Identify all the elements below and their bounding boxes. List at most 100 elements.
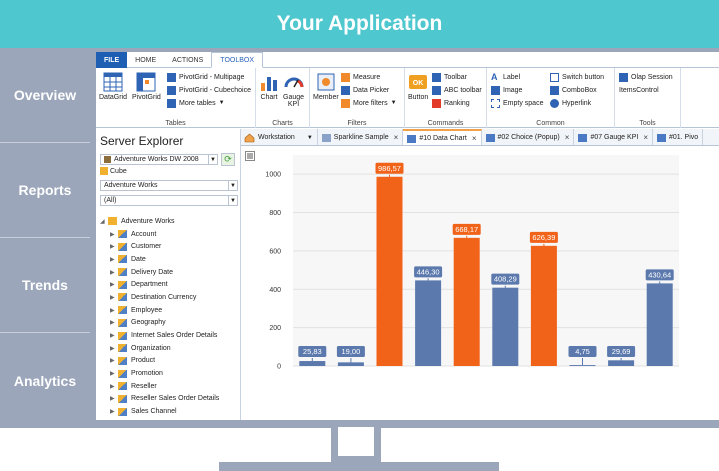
grid-icon <box>578 133 588 142</box>
pivotgrid-button[interactable]: PivotGrid <box>132 72 161 101</box>
items-control-button[interactable]: ItemsControl <box>619 84 659 96</box>
chart-bar[interactable] <box>376 176 403 366</box>
close-icon[interactable]: × <box>472 134 477 143</box>
pivotgrid-multipage-button[interactable]: PivotGrid - Multipage <box>167 71 244 83</box>
button-button[interactable]: OK Button <box>408 72 428 101</box>
chart-bar[interactable] <box>299 361 326 366</box>
tree-item[interactable]: ▶ Promotion <box>110 367 219 380</box>
tree-item[interactable]: ▶ Date <box>110 253 219 266</box>
tree-children: ▶ Account ▶ Customer ▶ Date ▶ Delivery Date ▶ Dep… <box>100 228 219 418</box>
tree-item[interactable]: ▶ Product <box>110 355 219 368</box>
chevron-down-icon: ▼ <box>228 196 237 205</box>
ribbon-group-tables: DataGrid PivotGrid PivotGrid - Multipage… <box>96 68 256 128</box>
expand-right-icon: ▶ <box>110 333 115 340</box>
olap-session-button[interactable]: Olap Session <box>619 71 673 83</box>
tree-item[interactable]: ▶ Destination Currency <box>110 291 219 304</box>
ribbon-tabs: FILE HOME ACTIONS TOOLBOX <box>96 52 719 68</box>
datagrid-label: DataGrid <box>99 94 128 101</box>
tree-item-label: Account <box>131 230 157 238</box>
ranking-button[interactable]: Ranking <box>432 97 470 109</box>
toolbar-button[interactable]: Toolbar <box>432 71 467 83</box>
tree-item[interactable]: ▶ Reseller <box>110 380 219 393</box>
measure-button[interactable]: Measure <box>341 71 380 83</box>
tab-sparkline-sample[interactable]: Sparkline Sample × <box>318 129 404 145</box>
tab-file[interactable]: FILE <box>96 52 128 68</box>
perspective-select[interactable]: (All) ▼ <box>100 195 238 206</box>
close-icon[interactable]: × <box>394 133 399 142</box>
bar-chart-icon <box>261 77 277 91</box>
switch-button-button[interactable]: Switch button <box>550 71 604 83</box>
chart-bar[interactable] <box>608 360 635 366</box>
tree-item[interactable]: ▶ Reseller Sales Order Details <box>110 393 219 406</box>
tab-gauge-kpi[interactable]: #07 Gauge KPI × <box>574 129 653 145</box>
chart-bar[interactable] <box>337 362 364 366</box>
empty-space-button[interactable]: Empty space <box>491 97 543 109</box>
pivotgrid-cubechoice-button[interactable]: PivotGrid - Cubechoice <box>167 84 251 96</box>
tree-item[interactable]: ▶ Organization <box>110 342 219 355</box>
more-tables-button[interactable]: More tables ▼ <box>167 97 225 109</box>
tree-item[interactable]: ▶ Customer <box>110 240 219 253</box>
tab-gauge-kpi-label: #07 Gauge KPI <box>590 134 639 141</box>
pivotgrid-icon <box>136 72 156 92</box>
refresh-icon: ⟳ <box>224 154 232 164</box>
cube-select[interactable]: Adventure Works ▼ <box>100 180 238 191</box>
tree-item-label: Product <box>131 357 156 365</box>
combobox-button[interactable]: ComboBox <box>550 84 597 96</box>
tree-item[interactable]: ▶ Internet Sales Order Details <box>110 329 219 342</box>
abc-toolbar-button[interactable]: ABC toolbar <box>432 84 482 96</box>
tree-item[interactable]: ▶ Delivery Date <box>110 266 219 279</box>
close-icon[interactable]: × <box>643 133 648 142</box>
chart-bar[interactable] <box>492 287 519 366</box>
tree-item[interactable]: ▶ Geography <box>110 317 219 330</box>
data-label: 19,00 <box>342 347 361 356</box>
tree-item[interactable]: ▶ Employee <box>110 304 219 317</box>
chart-bar[interactable] <box>453 237 480 366</box>
tab-workstation[interactable]: Workstation ▼ <box>241 129 318 145</box>
data-label: 986,57 <box>378 164 401 173</box>
nav-item-reports[interactable]: Reports <box>0 143 90 238</box>
tab-data-chart[interactable]: #10 Data Chart × <box>403 129 482 145</box>
abc-toolbar-label: ABC toolbar <box>444 86 482 94</box>
tree-item-label: Internet Sales Order Details <box>131 332 218 340</box>
close-icon[interactable]: × <box>565 133 570 142</box>
tree-item-label: Employee <box>131 306 163 314</box>
chart-bar[interactable] <box>646 283 673 366</box>
label-button[interactable]: A Label <box>491 71 520 83</box>
image-button[interactable]: Image <box>491 84 522 96</box>
tree-item[interactable]: ▶ Department <box>110 278 219 291</box>
tab-toolbox[interactable]: TOOLBOX <box>211 52 264 68</box>
combobox-icon <box>550 85 559 95</box>
ribbon-group-commands: OK Button Toolbar ABC toolbar Ranking Co… <box>405 68 487 128</box>
abc-toolbar-icon <box>432 85 441 95</box>
refresh-button[interactable]: ⟳ <box>221 153 235 166</box>
more-filters-button[interactable]: More filters ▼ <box>341 97 397 109</box>
chart-bar[interactable] <box>415 280 442 366</box>
member-icon <box>317 73 335 91</box>
chart-button[interactable]: Chart <box>259 72 279 101</box>
tab-choice-popup[interactable]: #02 Choice (Popup) × <box>482 129 575 145</box>
tab-home[interactable]: HOME <box>127 52 164 68</box>
hyperlink-button[interactable]: Hyperlink <box>550 97 591 109</box>
datagrid-button[interactable]: DataGrid <box>99 72 127 101</box>
tab-pivo[interactable]: #01. Pivo <box>653 129 704 145</box>
dimension-icon <box>118 268 127 277</box>
tab-actions[interactable]: ACTIONS <box>164 52 211 68</box>
date-picker-button[interactable]: Data Picker <box>341 84 389 96</box>
more-tables-icon <box>167 98 176 108</box>
tree-root[interactable]: ◢ Adventure Works <box>100 215 219 228</box>
sparkline-icon <box>321 133 331 142</box>
chart-bar[interactable] <box>569 365 596 366</box>
connection-select[interactable]: Adventure Works DW 2008 ▼ <box>100 154 218 165</box>
nav-item-analytics[interactable]: Analytics <box>0 333 90 428</box>
nav-item-trends[interactable]: Trends <box>0 238 90 333</box>
chart-bar[interactable] <box>530 245 557 366</box>
tree-item[interactable]: ▶ Sales Channel <box>110 405 219 418</box>
member-button[interactable]: Member <box>313 72 339 101</box>
tree-item[interactable]: ▶ Account <box>110 228 219 241</box>
nav-item-overview[interactable]: Overview <box>0 48 90 143</box>
chevron-down-icon: ▼ <box>208 155 217 164</box>
gauge-kpi-button[interactable]: Gauge KPI <box>283 72 304 108</box>
app-title: Your Application <box>276 12 443 35</box>
dimension-icon <box>118 255 127 264</box>
more-filters-label: More filters <box>353 99 388 107</box>
